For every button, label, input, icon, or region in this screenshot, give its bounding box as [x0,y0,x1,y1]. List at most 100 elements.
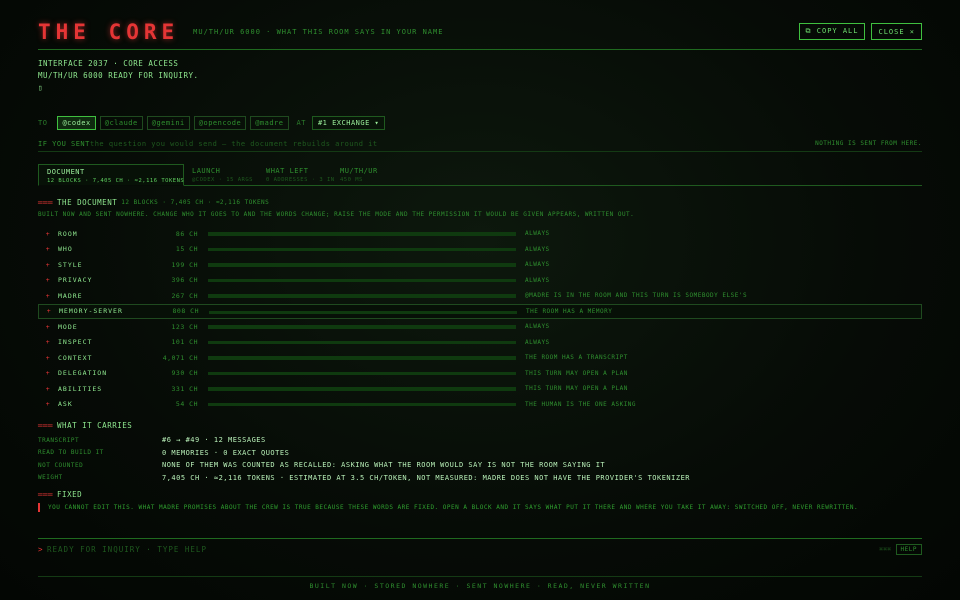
carries-title: WHAT IT CARRIES [57,421,133,430]
block-name: WHO [58,245,73,254]
expand-plus-icon[interactable]: + [38,323,58,331]
expand-plus-icon[interactable]: + [38,245,58,253]
tab-subtitle: @codex · 15 ARGS [192,177,253,183]
tab-muthur[interactable]: MU/TH/UR 450 MS [332,164,406,185]
tab-title: DOCUMENT [47,168,85,176]
at-label: AT [296,119,306,127]
block-row-memory-server[interactable]: + MEMORY-SERVER 808 CH THE ROOM HAS A MEMOR… [38,303,922,319]
shortcut-hint: ⌘⌘⌘ [879,546,892,553]
tab-subtitle: 0 ADDRESSES · 3 IN [266,177,335,183]
document-title: THE DOCUMENT [57,198,118,207]
block-size: 267 CH [171,291,198,300]
recipient-chip-codex[interactable]: @codex [57,116,96,130]
hypothetical-input-row: IF YOU SENT the question you would send … [38,136,922,152]
block-name: INSPECT [58,338,93,347]
expand-plus-icon[interactable]: + [38,369,58,377]
block-name: MODE [58,322,78,331]
block-row-context[interactable]: + CONTEXT 4,071 CH THE ROOM HAS A TRANSCRIP… [38,350,922,366]
carries-value: #6 → #49 · 12 MESSAGES [162,436,266,445]
expand-plus-icon[interactable]: + [39,307,59,315]
carries-row: NOT COUNTED NONE OF THEM WAS COUNTED AS … [38,459,922,472]
block-size-bar [208,371,516,375]
expand-plus-icon[interactable]: + [38,354,58,362]
carries-section-title: ═══ WHAT IT CARRIES [38,421,132,430]
recipient-chip-claude[interactable]: @claude [99,116,143,130]
tab-title: MU/TH/UR [340,167,378,175]
fixed-notice: YOU CANNOT EDIT THIS. WHAT MADRE PROMISE… [38,503,922,512]
expand-plus-icon[interactable]: + [38,230,58,238]
expand-plus-icon[interactable]: + [38,400,58,408]
to-label: TO [38,119,48,127]
block-condition: THE ROOM HAS A MEMORY [526,307,613,315]
section-arrow-icon: ═══ [38,490,54,499]
carries-key: NOT COUNTED [38,461,84,469]
command-prompt: > READY FOR INQUIRY · TYPE HELP ⌘⌘⌘ HELP [38,538,922,560]
exchange-select[interactable]: #1 EXCHANGE ▾ [311,116,386,130]
expand-plus-icon[interactable]: + [38,385,58,393]
copy-all-button[interactable]: ⧉ COPY ALL [798,23,866,40]
prompt-caret-icon: > [38,545,44,554]
block-condition: ALWAYS [525,245,550,253]
expand-plus-icon[interactable]: + [38,292,58,300]
block-size: 86 CH [175,229,198,238]
carries-key: READ TO BUILD IT [38,449,104,457]
if-you-sent-label: IF YOU SENT [38,139,90,148]
block-size-bar [208,232,516,236]
tab-subtitle: 450 MS [340,177,363,183]
block-size: 199 CH [171,260,198,269]
block-condition: ALWAYS [525,261,550,269]
block-name: ROOM [58,229,78,238]
block-row-madre[interactable]: + MADRE 267 CH @MADRE IS IN THE ROOM AND TH… [38,288,922,304]
block-row-ask[interactable]: + ASK 54 CH THE HUMAN IS THE ONE ASKING [38,397,922,413]
expand-plus-icon[interactable]: + [38,261,58,269]
close-button[interactable]: CLOSE × [871,23,922,40]
nothing-sent-note: NOTHING IS SENT FROM HERE. [815,140,922,147]
document-meta: 12 BLOCKS · 7,405 CH · ≈2,116 TOKENS [121,199,270,206]
block-row-who[interactable]: + WHO 15 CH ALWAYS [38,242,922,258]
carries-row: TRANSCRIPT #6 → #49 · 12 MESSAGES [38,434,922,447]
header: THE CORE MU/TH/UR 6000 · WHAT THIS ROOM … [38,14,922,50]
block-row-room[interactable]: + ROOM 86 CH ALWAYS [38,226,922,242]
expand-plus-icon[interactable]: + [38,276,58,284]
block-row-mode[interactable]: + MODE 123 CH ALWAYS [38,319,922,335]
recipient-chip-opencode[interactable]: @opencode [193,116,247,130]
carries-value: 0 MEMORIES · 0 EXACT QUOTES [162,448,290,457]
block-name: MEMORY-SERVER [59,307,123,316]
block-condition: THE ROOM HAS A TRANSCRIPT [525,354,628,362]
block-size-bar [208,387,516,391]
block-condition: @MADRE IS IN THE ROOM AND THIS TURN IS S… [525,292,748,300]
intro-block: INTERFACE 2037 · CORE ACCESS MU/TH/UR 60… [38,58,199,94]
block-size: 396 CH [171,276,198,285]
command-input[interactable]: READY FOR INQUIRY · TYPE HELP [47,545,207,554]
tab-title: WHAT LEFT [266,167,309,175]
carries-row: READ TO BUILD IT 0 MEMORIES · 0 EXACT QU… [38,447,922,460]
help-button[interactable]: HELP [895,544,922,555]
tab-document[interactable]: DOCUMENT 12 BLOCKS · 7,405 CH · ≈2,116 T… [38,164,184,186]
block-size-bar [208,278,516,282]
block-size-bar [208,247,516,251]
block-size: 54 CH [175,400,198,409]
document-description: BUILT NOW AND SENT NOWHERE. CHANGE WHO I… [38,211,635,218]
carries-key: TRANSCRIPT [38,436,80,444]
recipient-chip-madre[interactable]: @madre [250,116,289,130]
block-row-privacy[interactable]: + PRIVACY 396 CH ALWAYS [38,273,922,289]
cursor-icon: ▯ [38,83,44,92]
expand-plus-icon[interactable]: + [38,338,58,346]
block-name: CONTEXT [58,353,93,362]
block-row-style[interactable]: + STYLE 199 CH ALWAYS [38,257,922,273]
block-size-bar [208,356,516,360]
hypothetical-question-input[interactable]: the question you would send — the docume… [90,140,815,148]
block-row-inspect[interactable]: + INSPECT 101 CH ALWAYS [38,335,922,351]
tab-launch[interactable]: LAUNCH @codex · 15 ARGS [184,164,258,185]
section-arrow-icon: ═══ [38,198,54,207]
app-logo: THE CORE [38,19,180,44]
block-name: PRIVACY [58,276,93,285]
block-row-delegation[interactable]: + DELEGATION 930 CH THIS TURN MAY OPEN A PL… [38,366,922,382]
document-section-title: ═══ THE DOCUMENT 12 BLOCKS · 7,405 CH · … [38,198,269,207]
carries-value: 7,405 CH · ≈2,116 TOKENS · ESTIMATED AT … [162,473,691,482]
recipient-chip-gemini[interactable]: @gemini [146,116,190,130]
recipient-row: TO @codex @claude @gemini @opencode @mad… [38,116,386,130]
block-row-abilities[interactable]: + ABILITIES 331 CH THIS TURN MAY OPEN A PLA… [38,381,922,397]
tab-bar: DOCUMENT 12 BLOCKS · 7,405 CH · ≈2,116 T… [38,164,922,186]
tab-what-left[interactable]: WHAT LEFT 0 ADDRESSES · 3 IN [258,164,335,185]
